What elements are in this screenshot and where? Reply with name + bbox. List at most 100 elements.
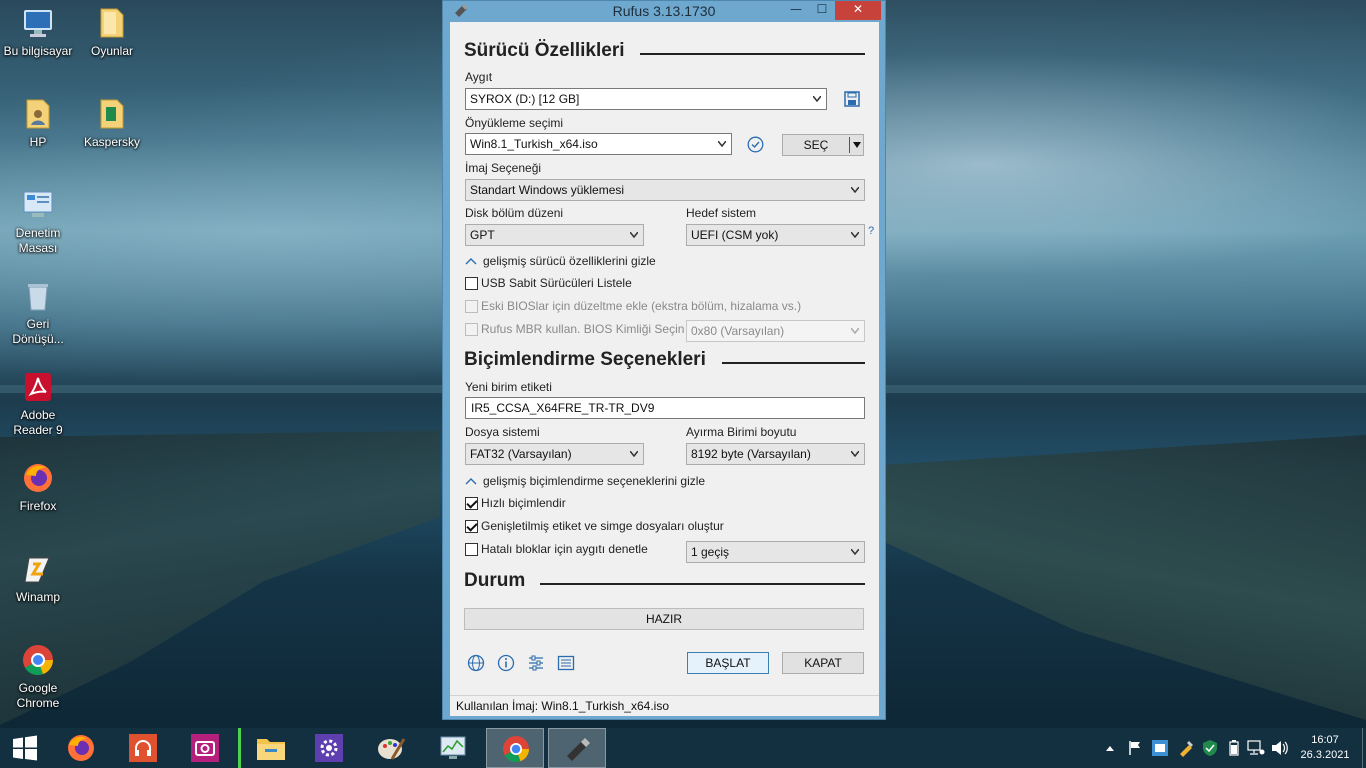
target-system-select[interactable]: UEFI (CSM yok) (686, 224, 865, 246)
chevron-down-icon (630, 232, 638, 238)
chevron-up-icon[interactable] (1105, 744, 1115, 752)
caret-down-icon[interactable] (853, 142, 861, 148)
taskbar-clock[interactable]: 16:07 26.3.2021 (1290, 733, 1360, 763)
rufus-mbr-checkbox[interactable] (465, 323, 478, 336)
rufus-mbr-label: Rufus MBR kullan. BIOS Kimliği Seçin (481, 322, 685, 336)
start-menu-button[interactable] (0, 728, 50, 768)
partition-scheme-select[interactable]: GPT (465, 224, 644, 246)
boot-selection-value: Win8.1_Turkish_x64.iso (470, 137, 598, 151)
quick-format-checkbox[interactable] (465, 497, 478, 510)
title-bar[interactable]: Rufus 3.13.1730 — ☐ ✕ (443, 1, 885, 21)
section-divider (540, 583, 865, 585)
desktop-icon-firefox[interactable]: Firefox (0, 461, 76, 514)
desktop-icon-label: Firefox (19, 499, 57, 513)
flag-icon[interactable] (1127, 740, 1143, 756)
security-shield-icon[interactable] (1201, 739, 1219, 757)
chevron-up-icon[interactable] (465, 477, 477, 485)
taskbar-rufus[interactable] (548, 728, 606, 768)
format-section-title: Biçimlendirme Seçenekleri (464, 349, 716, 371)
chevron-down-icon (851, 187, 859, 193)
tools-icon[interactable] (1177, 739, 1195, 757)
battery-icon[interactable] (1229, 740, 1239, 756)
format-advanced-toggle[interactable]: gelişmiş biçimlendirme seçeneklerini giz… (483, 474, 705, 488)
partition-scheme-label: Disk bölüm düzeni (465, 206, 564, 220)
taskbar-camera-app[interactable] (176, 728, 234, 768)
select-image-label: SEÇ (803, 138, 829, 152)
taskbar-settings[interactable] (300, 728, 358, 768)
device-value: SYROX (D:) [12 GB] (470, 92, 580, 106)
cluster-size-label: Ayırma Birimi boyutu (686, 425, 797, 439)
keyboard-language-icon[interactable] (1151, 739, 1169, 757)
taskbar-firefox[interactable] (52, 728, 110, 768)
desktop-icon-control-panel[interactable]: Denetim Masası (0, 188, 76, 256)
network-icon[interactable] (1247, 740, 1265, 756)
split-divider (849, 137, 850, 153)
usb-hdd-checkbox[interactable] (465, 277, 478, 290)
select-image-button[interactable]: SEÇ (782, 134, 864, 156)
boot-selection-select[interactable]: Win8.1_Turkish_x64.iso (465, 133, 732, 155)
desktop-icon-this-pc[interactable]: Bu bilgisayar (0, 6, 76, 59)
check-circle-icon[interactable] (747, 136, 764, 153)
desktop-icon-recycle-bin[interactable]: Geri Dönüşü... (0, 279, 76, 347)
globe-icon[interactable] (467, 654, 485, 672)
chevron-down-icon (718, 141, 726, 147)
settings-sliders-icon[interactable] (527, 654, 545, 672)
chevron-up-icon[interactable] (465, 257, 477, 265)
volume-label-input[interactable]: IR5_CCSA_X64FRE_TR-TR_DV9 (465, 397, 865, 419)
user-folder-icon (26, 99, 50, 129)
file-system-label: Dosya sistemi (465, 425, 540, 439)
desktop-icon-kaspersky[interactable]: Kaspersky (74, 97, 150, 150)
taskbar-music-app[interactable] (114, 728, 172, 768)
status-progress-bar: HAZIR (464, 608, 864, 630)
taskbar-task-manager[interactable] (424, 728, 482, 768)
desktop-icon-label: Oyunlar (90, 44, 134, 58)
bad-blocks-checkbox[interactable] (465, 543, 478, 556)
desktop-icon-games[interactable]: Oyunlar (74, 6, 150, 59)
desktop-icon-label: Adobe Reader 9 (13, 408, 63, 437)
image-option-label: İmaj Seçeneği (465, 161, 542, 175)
bios-id-select[interactable]: 0x80 (Varsayılan) (686, 320, 865, 342)
volume-icon[interactable] (1271, 740, 1289, 756)
save-icon[interactable] (844, 91, 860, 107)
image-option-select[interactable]: Standart Windows yüklemesi (465, 179, 865, 201)
help-link[interactable]: ? (868, 225, 874, 237)
minimize-button[interactable]: — (783, 1, 809, 20)
chevron-down-icon (630, 451, 638, 457)
desktop-icon-hp[interactable]: HP (0, 97, 76, 150)
drive-advanced-toggle[interactable]: gelişmiş sürücü özelliklerini gizle (483, 254, 656, 268)
recycle-bin-icon (28, 284, 48, 311)
cluster-size-select[interactable]: 8192 byte (Varsayılan) (686, 443, 865, 465)
extended-label-checkbox[interactable] (465, 520, 478, 533)
target-system-value: UEFI (CSM yok) (691, 228, 779, 242)
desktop-icon-label: Bu bilgisayar (3, 44, 73, 58)
start-button[interactable]: BAŞLAT (687, 652, 769, 674)
status-section-title: Durum (464, 570, 536, 592)
old-bios-checkbox[interactable] (465, 300, 478, 313)
bios-id-value: 0x80 (Varsayılan) (691, 324, 785, 338)
old-bios-label: Eski BIOSlar için düzeltme ekle (ekstra … (481, 299, 802, 313)
boot-selection-label: Önyükleme seçimi (465, 116, 564, 130)
target-system-label: Hedef sistem (686, 206, 757, 220)
close-button[interactable]: KAPAT (782, 652, 864, 674)
info-icon[interactable] (497, 654, 515, 672)
clock-date: 26.3.2021 (1300, 749, 1350, 761)
log-icon[interactable] (557, 654, 575, 672)
file-system-select[interactable]: FAT32 (Varsayılan) (465, 443, 644, 465)
device-select[interactable]: SYROX (D:) [12 GB] (465, 88, 827, 110)
chevron-down-icon (813, 96, 821, 102)
show-desktop-button[interactable] (1362, 728, 1366, 768)
desktop-icon-chrome[interactable]: Google Chrome (0, 643, 76, 711)
desktop-icon-winamp[interactable]: Winamp (0, 552, 76, 605)
desktop-icon-label: Winamp (15, 590, 60, 604)
maximize-button[interactable]: ☐ (809, 1, 835, 20)
taskbar-paint[interactable] (362, 728, 420, 768)
desktop-icon-label: Denetim Masası (15, 226, 61, 255)
passes-select[interactable]: 1 geçiş (686, 541, 865, 563)
close-window-button[interactable]: ✕ (835, 1, 881, 20)
folder-icon (100, 8, 124, 38)
desktop-icon-adobe-reader[interactable]: Adobe Reader 9 (0, 370, 76, 438)
section-divider (722, 362, 865, 364)
taskbar-file-explorer[interactable] (238, 728, 296, 768)
taskbar-chrome[interactable] (486, 728, 544, 768)
usb-drive-icon (567, 738, 590, 761)
